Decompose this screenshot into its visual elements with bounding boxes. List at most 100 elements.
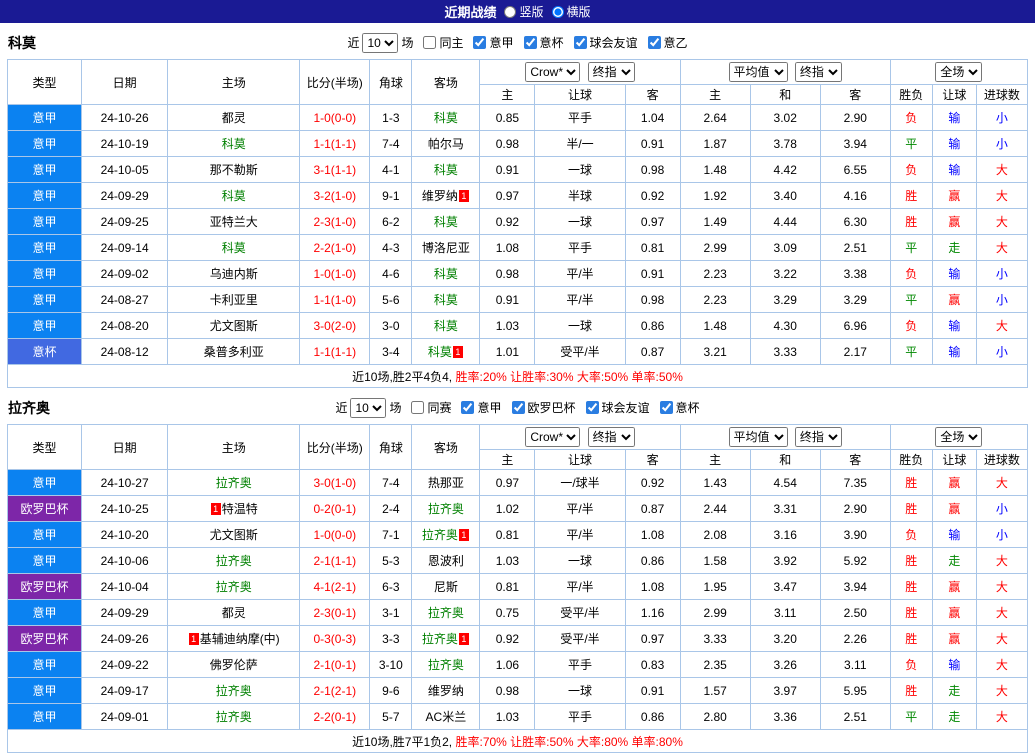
away-team-cell[interactable]: 拉齐奥 xyxy=(411,651,481,678)
company-select[interactable]: Crow* xyxy=(525,427,581,447)
result-cell: 胜 xyxy=(889,625,933,652)
home-team-cell[interactable]: 亚特兰大 xyxy=(167,208,301,235)
layout-radio-vertical[interactable]: 竖版 xyxy=(504,3,544,20)
average-select[interactable]: 平均值 xyxy=(728,62,788,82)
away-team-cell[interactable]: 科莫 1 xyxy=(411,338,481,365)
layout-radio-horizontal[interactable]: 横版 xyxy=(551,3,591,20)
away-team-cell[interactable]: 热那亚 xyxy=(411,469,481,496)
home-team-cell[interactable]: 科莫 xyxy=(167,130,301,157)
home-team-cell[interactable]: 尤文图斯 xyxy=(167,312,301,339)
team-name: 科莫 xyxy=(221,137,246,151)
scope-select[interactable]: 全场 xyxy=(935,62,983,82)
league-filter-friendly[interactable]: 球会友谊 xyxy=(585,399,650,416)
summary-rates: 胜率:20% 让胜率:30% 大率:50% 单率:50% xyxy=(455,369,683,384)
league-filter-coppa[interactable]: 意杯 xyxy=(659,399,700,416)
scope-select[interactable]: 全场 xyxy=(935,427,983,447)
average-select[interactable]: 平均值 xyxy=(728,427,788,447)
corner-cell: 7-4 xyxy=(369,469,413,496)
col-odds-home: 主 xyxy=(479,84,536,105)
company-select[interactable]: Crow* xyxy=(525,62,581,82)
away-team-cell[interactable]: 博洛尼亚 xyxy=(411,234,481,261)
same-competition-checkbox[interactable] xyxy=(411,401,425,414)
league-filter-friendly[interactable]: 球会友谊 xyxy=(573,34,638,51)
away-team-cell[interactable]: AC米兰 xyxy=(411,703,481,730)
home-team-cell[interactable]: 拉齐奥 xyxy=(167,573,301,600)
league-filter-coppa[interactable]: 意杯 xyxy=(523,34,564,51)
team-name: 佛罗伦萨 xyxy=(209,658,258,672)
result-cell: 赢 xyxy=(931,208,977,235)
home-team-cell[interactable]: 佛罗伦萨 xyxy=(167,651,301,678)
filter-bar: 近 10 场 同主 意甲 意杯 球会友谊 意乙 xyxy=(347,32,688,53)
home-team-cell[interactable]: 1 基辅迪纳摩(中) xyxy=(167,625,301,652)
away-team-cell[interactable]: 科莫 xyxy=(411,104,481,131)
league-checkbox[interactable] xyxy=(523,36,537,49)
away-team-cell[interactable]: 拉齐奥 1 xyxy=(411,625,481,652)
avg-cell: 3.20 xyxy=(749,625,821,652)
league-checkbox[interactable] xyxy=(659,401,673,414)
avg-type-select[interactable]: 终指 xyxy=(794,427,842,447)
horizontal-radio[interactable] xyxy=(551,5,564,18)
home-team-cell[interactable]: 1 特温特 xyxy=(167,495,301,522)
home-team-cell[interactable]: 拉齐奥 xyxy=(167,677,301,704)
home-team-cell[interactable]: 拉齐奥 xyxy=(167,703,301,730)
odds-cell: 0.86 xyxy=(624,547,681,574)
home-team-cell[interactable]: 乌迪内斯 xyxy=(167,260,301,287)
same-competition-filter[interactable]: 同赛 xyxy=(411,399,451,416)
home-team-cell[interactable]: 拉齐奥 xyxy=(167,469,301,496)
away-team-cell[interactable]: 科莫 xyxy=(411,260,481,287)
home-team-cell[interactable]: 科莫 xyxy=(167,182,301,209)
avg-type-select[interactable]: 终指 xyxy=(794,62,842,82)
home-team-cell[interactable]: 那不勒斯 xyxy=(167,156,301,183)
league-filter-serie-a[interactable]: 意甲 xyxy=(461,399,502,416)
league-badge: 意甲 xyxy=(6,312,83,339)
home-team-cell[interactable]: 科莫 xyxy=(167,234,301,261)
vertical-radio[interactable] xyxy=(504,5,517,18)
away-team-cell[interactable]: 恩波利 xyxy=(411,547,481,574)
result-cell: 负 xyxy=(889,521,933,548)
league-badge: 意甲 xyxy=(6,547,83,574)
odds-cell: 1.08 xyxy=(624,573,681,600)
league-filter-serie-a[interactable]: 意甲 xyxy=(473,34,514,51)
away-team-cell[interactable]: 拉齐奥 xyxy=(411,599,481,626)
home-team-cell[interactable]: 都灵 xyxy=(167,599,301,626)
league-filter-europa[interactable]: 欧罗巴杯 xyxy=(511,399,576,416)
home-team-cell[interactable]: 卡利亚里 xyxy=(167,286,301,313)
same-home-filter[interactable]: 同主 xyxy=(423,34,463,51)
col-score: 比分(半场) xyxy=(299,424,371,470)
away-team-cell[interactable]: 科莫 xyxy=(411,208,481,235)
avg-cell: 1.92 xyxy=(679,182,751,209)
home-team-cell[interactable]: 尤文图斯 xyxy=(167,521,301,548)
match-row: 意甲 24-10-27 拉齐奥 3-0(1-0) 7-4 热那亚 0.97 一/球半 0.92 1… xyxy=(6,469,1029,496)
away-team-cell[interactable]: 帕尔马 xyxy=(411,130,481,157)
home-team-cell[interactable]: 都灵 xyxy=(167,104,301,131)
home-team-cell[interactable]: 拉齐奥 xyxy=(167,547,301,574)
away-team-cell[interactable]: 尼斯 xyxy=(411,573,481,600)
recent-count-select[interactable]: 10 xyxy=(362,32,399,53)
recent-count-select[interactable]: 10 xyxy=(350,397,387,418)
away-team-cell[interactable]: 科莫 xyxy=(411,156,481,183)
match-row: 意甲 24-09-14 科莫 2-2(1-0) 4-3 博洛尼亚 1.08 平手 0.81 2.9… xyxy=(6,234,1029,261)
away-team-cell[interactable]: 科莫 xyxy=(411,286,481,313)
away-team-cell[interactable]: 维罗纳 xyxy=(411,677,481,704)
league-filter-serie-b[interactable]: 意乙 xyxy=(647,34,688,51)
match-row: 意甲 24-09-25 亚特兰大 2-3(1-0) 6-2 科莫 0.92 一球 0.97 1.4… xyxy=(6,208,1029,235)
result-cell: 胜 xyxy=(889,573,933,600)
league-checkbox[interactable] xyxy=(585,401,599,414)
corner-cell: 7-4 xyxy=(369,130,413,157)
league-checkbox[interactable] xyxy=(511,401,525,414)
away-team-cell[interactable]: 科莫 xyxy=(411,312,481,339)
league-checkbox[interactable] xyxy=(647,36,661,49)
away-team-cell[interactable]: 拉齐奥 xyxy=(411,495,481,522)
away-team-cell[interactable]: 拉齐奥 1 xyxy=(411,521,481,548)
same-home-checkbox[interactable] xyxy=(423,36,437,49)
league-checkbox[interactable] xyxy=(461,401,475,414)
odds-type-select[interactable]: 终指 xyxy=(587,62,635,82)
away-team-cell[interactable]: 维罗纳 1 xyxy=(411,182,481,209)
league-checkbox[interactable] xyxy=(473,36,487,49)
date-cell: 24-09-29 xyxy=(81,599,169,626)
odds-type-select[interactable]: 终指 xyxy=(587,427,635,447)
score-cell: 3-0(2-0) xyxy=(299,312,371,339)
home-team-cell[interactable]: 桑普多利亚 xyxy=(167,338,301,365)
score-cell: 2-1(1-1) xyxy=(299,547,371,574)
league-checkbox[interactable] xyxy=(573,36,587,49)
